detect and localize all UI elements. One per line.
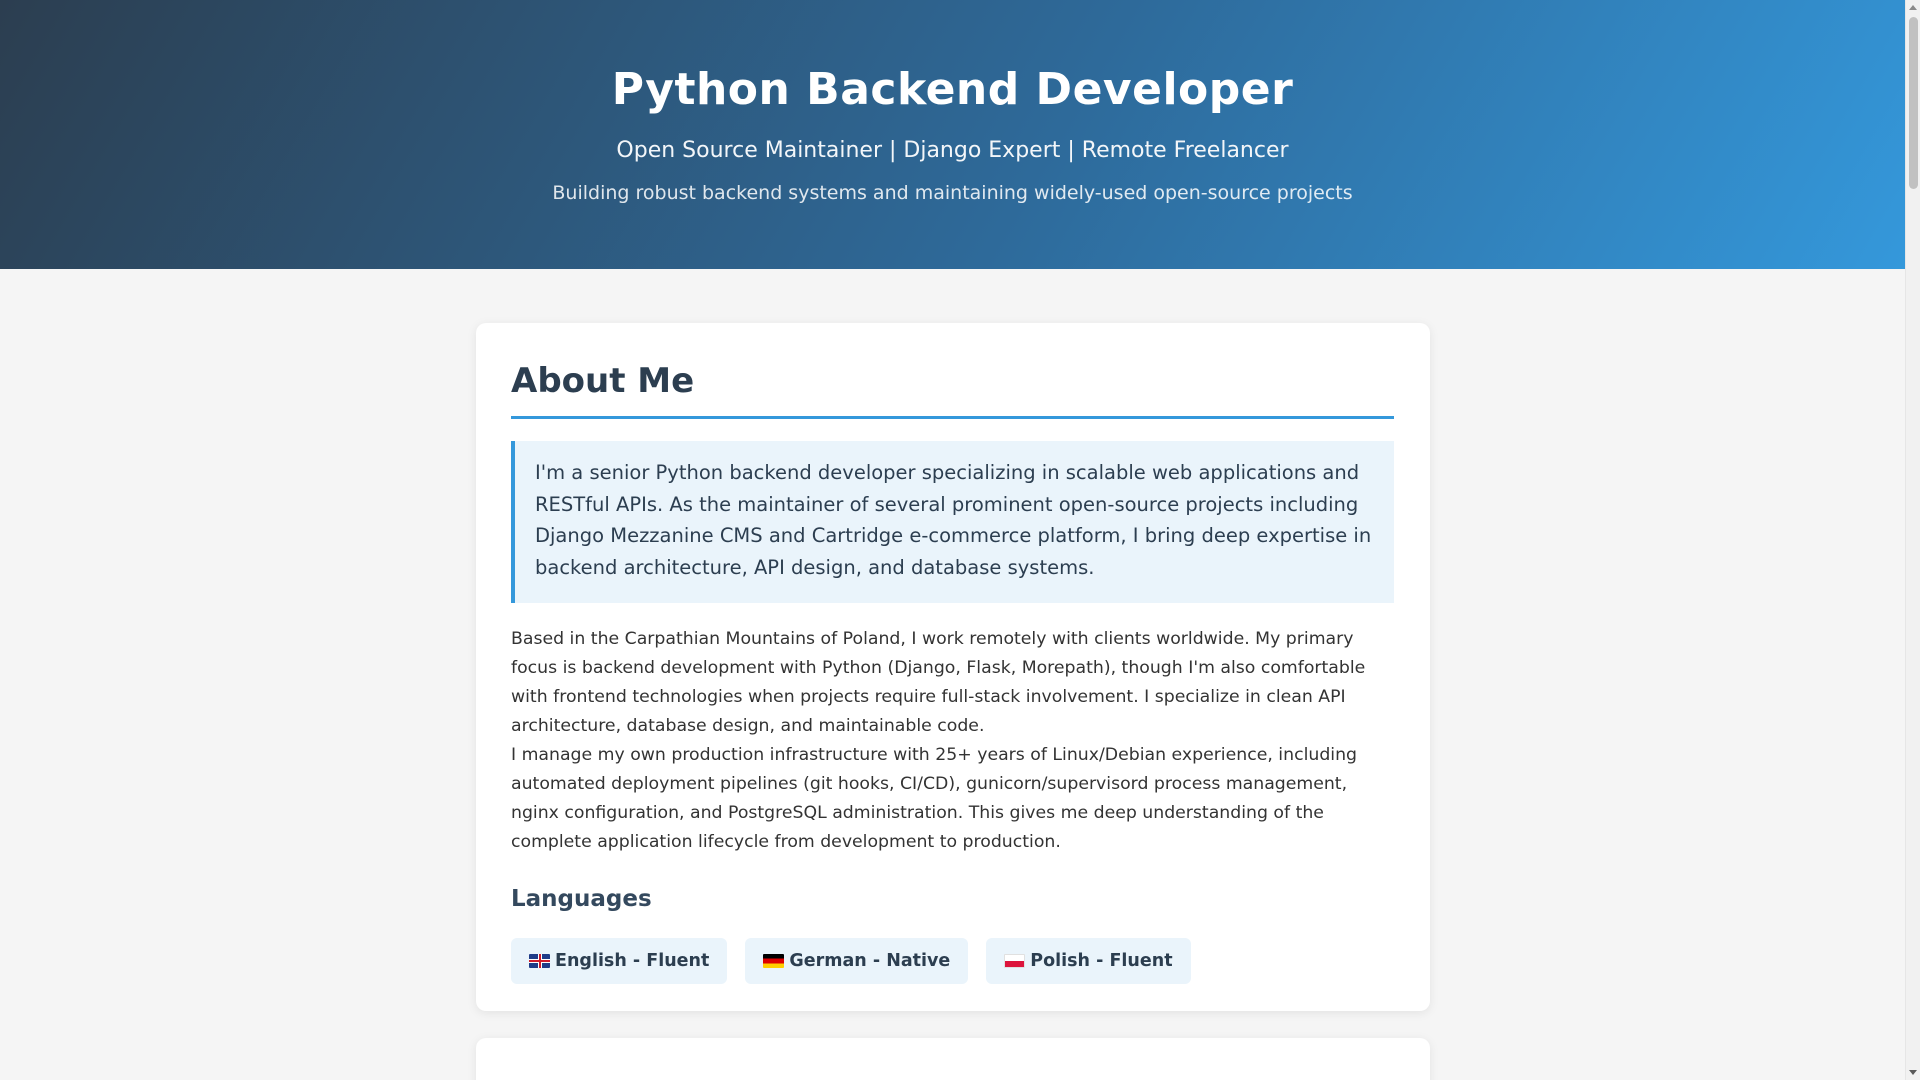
language-badge-english: English - Fluent xyxy=(511,938,728,984)
next-section-card xyxy=(476,1038,1430,1080)
page-viewport: Python Backend Developer Open Source Mai… xyxy=(0,0,1905,1080)
hero-header: Python Backend Developer Open Source Mai… xyxy=(0,0,1905,269)
languages-list: English - Fluent German - Native Polish … xyxy=(511,938,1394,984)
about-section: About Me I'm a senior Python backend dev… xyxy=(476,323,1430,1011)
languages-title: Languages xyxy=(511,886,652,912)
language-badge-polish: Polish - Fluent xyxy=(986,938,1191,984)
about-title: About Me xyxy=(511,359,1394,419)
language-label: German - Native xyxy=(789,951,951,971)
language-label: English - Fluent xyxy=(555,951,710,971)
polish-flag-icon xyxy=(1004,954,1026,968)
about-paragraph-infrastructure: I manage my own production infrastructur… xyxy=(511,745,1358,852)
scrollbar-thumb[interactable] xyxy=(1909,17,1918,189)
german-flag-icon xyxy=(763,954,785,968)
about-body: Based in the Carpathian Mountains of Pol… xyxy=(511,625,1394,857)
scroll-down-arrow-icon[interactable] xyxy=(1909,1070,1917,1075)
vertical-scrollbar[interactable] xyxy=(1905,0,1920,1080)
hero-subtitle: Open Source Maintainer | Django Expert |… xyxy=(616,138,1289,163)
hero-tagline: Building robust backend systems and main… xyxy=(552,182,1353,204)
page-title: Python Backend Developer xyxy=(611,64,1294,115)
scroll-up-arrow-icon[interactable] xyxy=(1909,5,1917,10)
about-highlight: I'm a senior Python backend developer sp… xyxy=(511,441,1394,603)
language-label: Polish - Fluent xyxy=(1030,951,1173,971)
language-badge-german: German - Native xyxy=(745,938,969,984)
about-paragraph-location: Based in the Carpathian Mountains of Pol… xyxy=(511,629,1366,736)
uk-flag-icon xyxy=(529,954,550,968)
